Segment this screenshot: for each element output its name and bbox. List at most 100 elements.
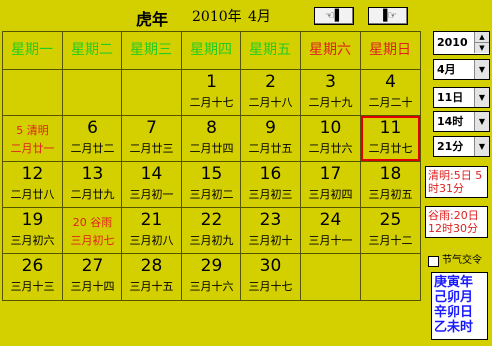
prev-month-button[interactable]: ☜▌ bbox=[314, 7, 354, 25]
minute-select[interactable]: 21分 ▼ bbox=[433, 136, 490, 157]
lunar-date: 三月初八 bbox=[129, 234, 174, 247]
day-number: 22 bbox=[200, 210, 223, 230]
lunar-date: 二月廿七 bbox=[368, 142, 413, 155]
day-cell[interactable]: 3 二月十九 bbox=[301, 70, 360, 115]
day-cell[interactable]: 30 三月十七 bbox=[241, 254, 300, 299]
lunar-date: 三月十一 bbox=[308, 234, 353, 247]
day-cell[interactable]: 15 三月初二 bbox=[182, 162, 241, 207]
chevron-down-icon[interactable]: ▼ bbox=[474, 112, 489, 131]
chevron-down-icon[interactable]: ▼ bbox=[474, 43, 489, 53]
lunar-date: 三月十四 bbox=[70, 280, 115, 293]
lunar-date: 三月十五 bbox=[129, 280, 174, 293]
year-label: 2010年 bbox=[192, 9, 242, 25]
solar-term-checkbox[interactable]: 节气交令 bbox=[428, 254, 488, 268]
day-number: 2 bbox=[265, 72, 276, 92]
day-cell[interactable]: 26 三月十三 bbox=[3, 254, 62, 299]
day-number: 3 bbox=[325, 72, 336, 92]
day-number: 6 bbox=[87, 118, 98, 138]
lunar-date: 三月初十 bbox=[248, 234, 293, 247]
day-number: 13 bbox=[81, 164, 104, 184]
day-cell[interactable]: 29 三月十六 bbox=[182, 254, 241, 299]
lunar-date: 二月廿九 bbox=[70, 188, 115, 201]
lunar-date: 二月十七 bbox=[189, 96, 234, 109]
weekday-header: 星期一 bbox=[11, 42, 53, 58]
day-cell[interactable]: 7 二月廿三 bbox=[122, 116, 181, 161]
day-cell[interactable]: 23 三月初十 bbox=[241, 208, 300, 253]
day-cell[interactable]: 22 三月初九 bbox=[182, 208, 241, 253]
grid-line bbox=[2, 31, 421, 32]
ganzhi-month: 己卯月 bbox=[434, 290, 474, 305]
day-cell[interactable]: 9 二月廿五 bbox=[241, 116, 300, 161]
day-cell[interactable]: 27 三月十四 bbox=[63, 254, 122, 299]
lunar-date: 三月初三 bbox=[248, 188, 293, 201]
day-number: 16 bbox=[259, 164, 282, 184]
grid-line bbox=[2, 300, 421, 301]
day-cell[interactable]: 20 谷雨 三月初七 bbox=[63, 208, 122, 253]
calendar-grid: 星期一 星期二 星期三 星期四 星期五 星期六 星期日 1 二月十七 2 二月十八 3 二月十九 4 二月二… bbox=[2, 31, 421, 301]
ganzhi-box: 庚寅年 己卯月 辛卯日 乙未时 bbox=[431, 272, 488, 340]
day-cell[interactable]: 17 三月初四 bbox=[301, 162, 360, 207]
chevron-down-icon[interactable]: ▼ bbox=[474, 137, 489, 156]
day-cell[interactable]: 12 二月廿八 bbox=[3, 162, 62, 207]
day-cell[interactable]: 10 二月廿六 bbox=[301, 116, 360, 161]
day-number: 5 清明 bbox=[16, 124, 49, 137]
lunar-date: 三月十六 bbox=[189, 280, 234, 293]
day-cell[interactable]: 13 二月廿九 bbox=[63, 162, 122, 207]
chevron-up-icon[interactable]: ▲ bbox=[474, 32, 489, 43]
chevron-down-icon[interactable]: ▼ bbox=[474, 88, 489, 107]
day-cell[interactable]: 18 三月初五 bbox=[361, 162, 420, 207]
day-cell[interactable]: 25 三月十二 bbox=[361, 208, 420, 253]
hour-select[interactable]: 14时 ▼ bbox=[433, 111, 490, 132]
day-number: 20 谷雨 bbox=[72, 216, 113, 229]
day-cell-today[interactable]: 11 二月廿七 bbox=[361, 116, 420, 161]
ganzhi-year: 庚寅年 bbox=[434, 275, 474, 290]
day-cell bbox=[301, 254, 360, 299]
day-cell[interactable]: 6 二月廿二 bbox=[63, 116, 122, 161]
checkbox-label: 节气交令 bbox=[442, 255, 482, 266]
day-number: 4 bbox=[385, 72, 396, 92]
guyu-info: 谷雨:20日 12时30分 bbox=[425, 206, 488, 238]
lunar-date: 二月廿六 bbox=[308, 142, 353, 155]
lunar-date: 二月廿一 bbox=[10, 142, 55, 155]
hour-select-value: 14时 bbox=[437, 115, 464, 128]
lunar-date: 三月十二 bbox=[368, 234, 413, 247]
month-select[interactable]: 4月 ▼ bbox=[433, 59, 490, 80]
day-cell[interactable]: 4 二月二十 bbox=[361, 70, 420, 115]
day-cell[interactable]: 24 三月十一 bbox=[301, 208, 360, 253]
day-number: 25 bbox=[379, 210, 402, 230]
day-cell bbox=[63, 70, 122, 115]
weekday-header: 星期三 bbox=[130, 42, 172, 58]
day-number: 19 bbox=[21, 210, 44, 230]
chevron-down-icon[interactable]: ▼ bbox=[474, 60, 489, 79]
day-cell[interactable]: 14 三月初一 bbox=[122, 162, 181, 207]
month-label: 4月 bbox=[248, 9, 271, 25]
day-number: 7 bbox=[146, 118, 157, 138]
year-stepper[interactable]: 2010 ▲ ▼ bbox=[433, 31, 490, 55]
day-cell[interactable]: 19 三月初六 bbox=[3, 208, 62, 253]
day-cell[interactable]: 21 三月初八 bbox=[122, 208, 181, 253]
next-month-button[interactable]: ▐☞ bbox=[368, 7, 408, 25]
day-number: 18 bbox=[379, 164, 402, 184]
day-cell[interactable]: 5 清明二月廿一 bbox=[3, 116, 62, 161]
day-number: 1 bbox=[206, 72, 217, 92]
day-number: 24 bbox=[319, 210, 342, 230]
day-select[interactable]: 11日 ▼ bbox=[433, 87, 490, 108]
day-cell[interactable]: 28 三月十五 bbox=[122, 254, 181, 299]
weekday-header: 星期六 bbox=[309, 42, 351, 58]
lunar-date: 三月初六 bbox=[10, 234, 55, 247]
month-select-value: 4月 bbox=[437, 63, 456, 76]
lunar-date: 三月初一 bbox=[129, 188, 174, 201]
minute-select-value: 21分 bbox=[437, 140, 464, 153]
day-number: 26 bbox=[21, 256, 44, 276]
checkbox-box[interactable] bbox=[428, 256, 439, 267]
lunar-date: 二月廿八 bbox=[10, 188, 55, 201]
lunar-date: 三月初四 bbox=[308, 188, 353, 201]
lunar-date: 三月初五 bbox=[368, 188, 413, 201]
day-number: 23 bbox=[259, 210, 282, 230]
day-cell[interactable]: 8 二月廿四 bbox=[182, 116, 241, 161]
day-cell[interactable]: 2 二月十八 bbox=[241, 70, 300, 115]
day-cell[interactable]: 1 二月十七 bbox=[182, 70, 241, 115]
year-value: 2010 bbox=[437, 36, 468, 49]
day-cell[interactable]: 16 三月初三 bbox=[241, 162, 300, 207]
year-animal-label: 虎年 bbox=[136, 10, 169, 29]
